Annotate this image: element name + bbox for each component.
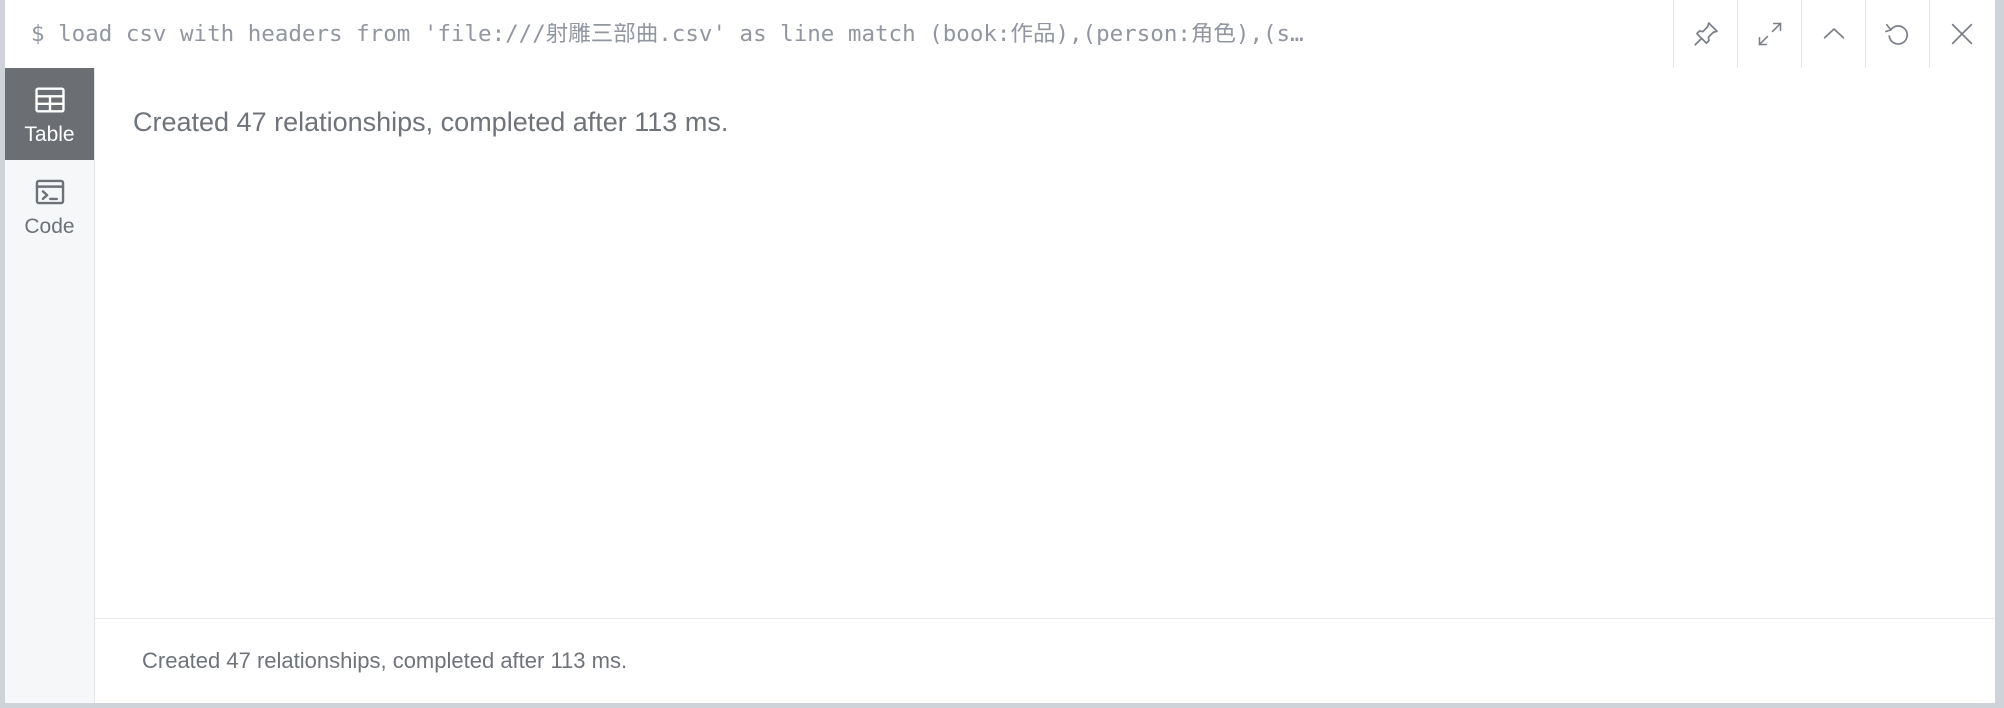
panel-toolbar <box>1673 0 1995 68</box>
result-pane: Created 47 relationships, completed afte… <box>95 68 1995 619</box>
sidebar-item-label: Table <box>24 123 75 146</box>
sidebar-item-table[interactable]: Table <box>5 68 94 160</box>
table-icon <box>33 83 67 117</box>
collapse-button[interactable] <box>1801 0 1865 68</box>
view-tabs-sidebar: Table Code <box>5 68 95 703</box>
sidebar-item-label: Code <box>24 215 75 238</box>
command-display[interactable]: $ load csv with headers from 'file:///射雕… <box>5 0 1673 68</box>
status-bar: Created 47 relationships, completed afte… <box>95 619 1995 703</box>
result-content-column: Created 47 relationships, completed afte… <box>95 68 1995 703</box>
chevron-up-icon <box>1819 19 1849 49</box>
refresh-button[interactable] <box>1865 0 1929 68</box>
pin-button[interactable] <box>1673 0 1737 68</box>
result-panel-frame: $ load csv with headers from 'file:///射雕… <box>0 0 2004 708</box>
command-text: $ load csv with headers from 'file:///射雕… <box>31 22 1304 46</box>
sidebar-item-code[interactable]: Code <box>5 160 94 252</box>
expand-button[interactable] <box>1737 0 1801 68</box>
close-icon <box>1947 19 1977 49</box>
pin-icon <box>1691 19 1721 49</box>
expand-icon <box>1756 20 1784 48</box>
panel-body: Table Code Created 47 relationships, com… <box>5 68 1995 703</box>
close-button[interactable] <box>1929 0 1995 68</box>
refresh-icon <box>1883 19 1913 49</box>
code-icon <box>33 175 67 209</box>
result-panel: $ load csv with headers from 'file:///射雕… <box>5 0 1995 703</box>
status-message: Created 47 relationships, completed afte… <box>142 648 628 673</box>
panel-header: $ load csv with headers from 'file:///射雕… <box>5 0 1995 69</box>
result-message: Created 47 relationships, completed afte… <box>133 107 729 137</box>
